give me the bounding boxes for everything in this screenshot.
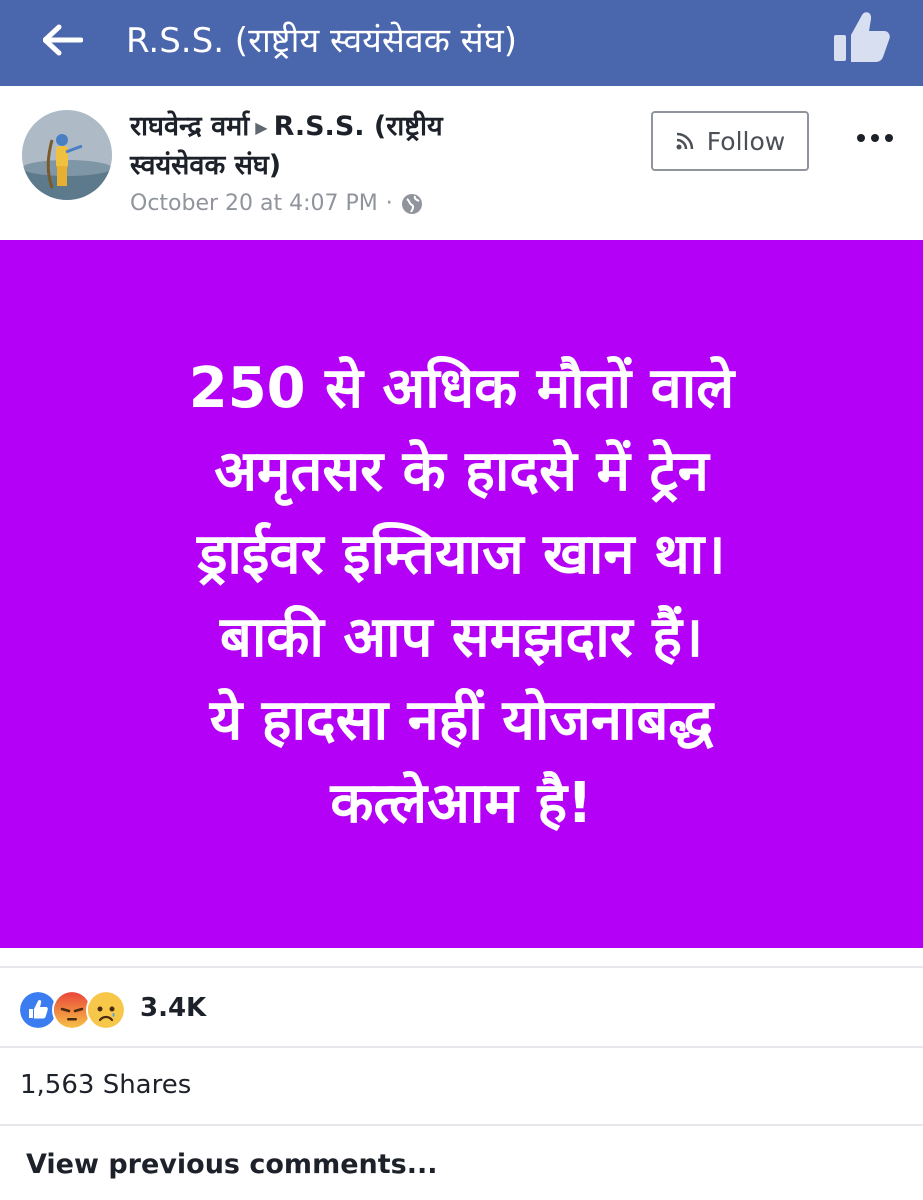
view-previous-comments-link[interactable]: View previous comments...	[26, 1142, 438, 1188]
reaction-icons	[18, 987, 126, 1030]
message-line: ये हादसा नहीं योजनाबद्ध	[209, 688, 714, 753]
triangle-right-icon: ▶	[255, 117, 268, 137]
back-button[interactable]	[38, 20, 88, 60]
thumbs-up-icon	[834, 12, 890, 63]
follow-label: Follow	[706, 126, 786, 156]
globe-icon	[401, 194, 422, 214]
group-name[interactable]: R.S.S. (राष्ट्रीय	[274, 111, 443, 142]
post-timestamp[interactable]: October 20 at 4:07 PM	[130, 186, 378, 222]
message-line: कत्लेआम है!	[330, 771, 593, 836]
facebook-mobile-post-page: R.S.S. (राष्ट्रीय स्वयंसेवक संघ) राघवेन्…	[0, 0, 923, 1200]
sad-reaction-icon	[86, 990, 126, 1030]
divider	[0, 1124, 923, 1126]
more-options-button[interactable]	[850, 120, 900, 156]
post-message: 250 से अधिक मौतों वाले अमृतसर के हादसे म…	[82, 347, 842, 845]
divider	[0, 1046, 923, 1048]
message-line: ड्राईवर इम्तियाज खान था।	[197, 522, 726, 587]
author-name[interactable]: राघवेन्द्र वर्मा	[130, 111, 249, 142]
app-bar: R.S.S. (राष्ट्रीय स्वयंसेवक संघ)	[0, 0, 923, 86]
avatar[interactable]	[22, 110, 112, 200]
message-line: अमृतसर के हादसे में ट्रेन	[214, 439, 709, 504]
post-meta: October 20 at 4:07 PM ·	[130, 186, 423, 222]
page-title: R.S.S. (राष्ट्रीय स्वयंसेवक संघ)	[126, 21, 517, 61]
like-page-button[interactable]	[826, 6, 896, 68]
arrow-left-icon	[43, 24, 83, 56]
message-line: 250 से अधिक मौतों वाले	[188, 356, 735, 421]
reaction-count: 3.4K	[140, 993, 207, 1023]
avatar-image	[22, 110, 112, 200]
post-text-card[interactable]: 250 से अधिक मौतों वाले अमृतसर के हादसे म…	[0, 240, 923, 948]
shares-count[interactable]: 1,563 Shares	[20, 1062, 191, 1108]
message-line: बाकी आप समझदार हैं।	[219, 605, 704, 670]
divider	[0, 966, 923, 968]
more-horizontal-icon	[857, 134, 893, 142]
meta-separator: ·	[385, 191, 393, 216]
group-name-continued[interactable]: स्वयंसेवक संघ)	[130, 150, 281, 181]
reactions-summary[interactable]: 3.4K	[0, 970, 923, 1046]
post-author-line: राघवेन्द्र वर्मा ▶ R.S.S. (राष्ट्रीय स्वयं…	[130, 108, 630, 185]
rss-feed-icon	[676, 132, 694, 150]
follow-button[interactable]: Follow	[651, 111, 809, 171]
post-header: राघवेन्द्र वर्मा ▶ R.S.S. (राष्ट्रीय स्वयं…	[0, 86, 923, 240]
